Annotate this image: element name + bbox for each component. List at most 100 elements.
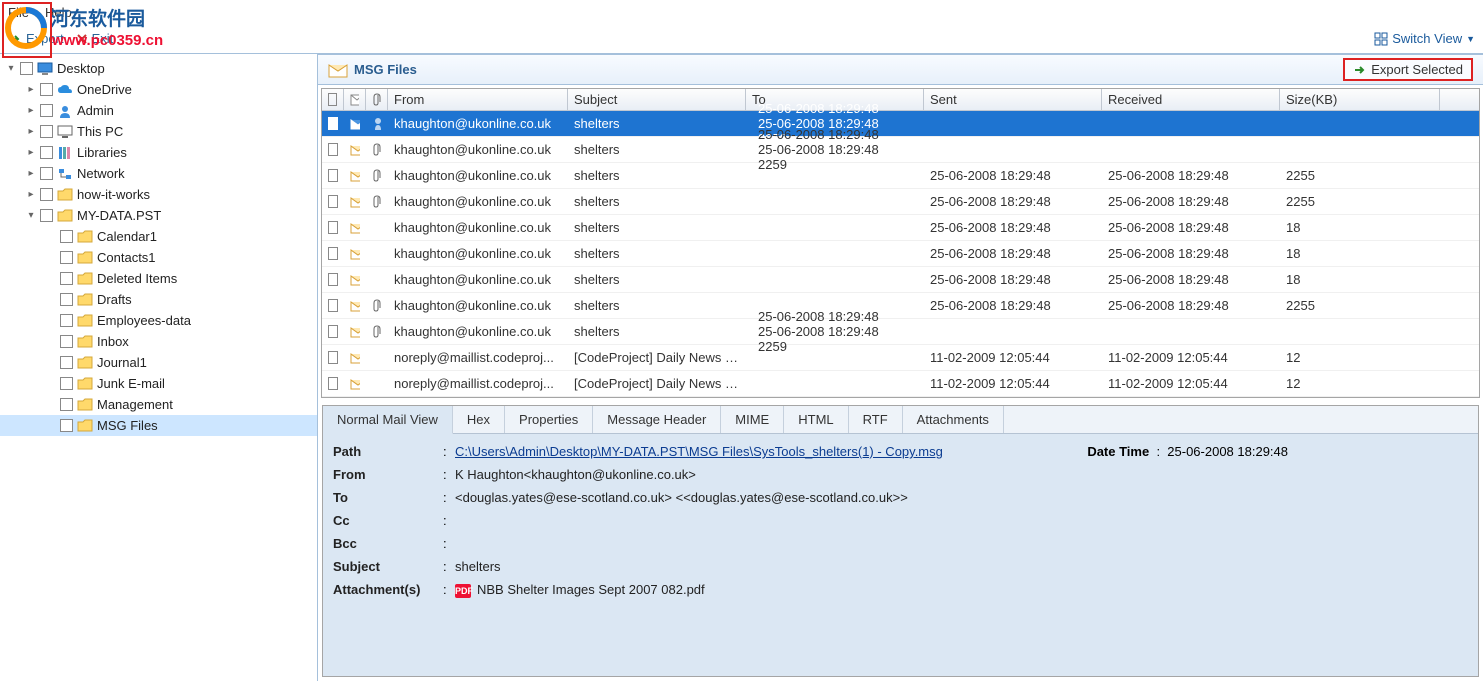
table-row[interactable]: khaughton@ukonline.co.ukshelters25-06-20… [322, 137, 1479, 163]
tree-toggle-icon[interactable]: ▸ [24, 167, 38, 181]
mail-folder-icon [328, 61, 348, 79]
tree-toggle-icon[interactable] [44, 335, 58, 349]
row-checkbox[interactable] [322, 247, 344, 260]
tree-checkbox[interactable] [60, 272, 73, 285]
tree-node-this-pc[interactable]: ▸This PC [0, 121, 317, 142]
th-mail-icon[interactable] [344, 89, 366, 110]
tree-toggle-icon[interactable] [44, 398, 58, 412]
tree-toggle-icon[interactable]: ▾ [4, 62, 18, 76]
tree-toggle-icon[interactable]: ▸ [24, 83, 38, 97]
pc-icon [57, 124, 73, 140]
th-size[interactable]: Size(KB) [1280, 89, 1440, 110]
tree-toggle-icon[interactable] [44, 314, 58, 328]
row-checkbox[interactable] [322, 143, 344, 156]
tree-checkbox[interactable] [60, 419, 73, 432]
tree-checkbox[interactable] [60, 293, 73, 306]
exit-button[interactable]: Exit [76, 31, 114, 46]
row-checkbox[interactable] [322, 325, 344, 338]
table-row[interactable]: khaughton@ukonline.co.ukshelters25-06-20… [322, 319, 1479, 345]
tree-node-inbox[interactable]: Inbox [0, 331, 317, 352]
tree-node-calendar1[interactable]: Calendar1 [0, 226, 317, 247]
tree-node-journal1[interactable]: Journal1 [0, 352, 317, 373]
tree-node-my-data-pst[interactable]: ▾MY-DATA.PST [0, 205, 317, 226]
tree-checkbox[interactable] [40, 104, 53, 117]
tree-checkbox[interactable] [60, 335, 73, 348]
tree-node-contacts1[interactable]: Contacts1 [0, 247, 317, 268]
tree-checkbox[interactable] [60, 356, 73, 369]
tree-node-desktop[interactable]: ▾Desktop [0, 58, 317, 79]
tree-toggle-icon[interactable] [44, 230, 58, 244]
tree-checkbox[interactable] [60, 314, 73, 327]
tree-checkbox[interactable] [40, 188, 53, 201]
tree-toggle-icon[interactable]: ▸ [24, 188, 38, 202]
tree-node-junk-e-mail[interactable]: Junk E-mail [0, 373, 317, 394]
switch-view-button[interactable]: Switch View ▼ [1374, 31, 1475, 46]
folder-icon [77, 313, 93, 329]
th-attachment-icon[interactable] [366, 89, 388, 110]
table-row[interactable]: noreply@maillist.codeproj...[CodeProject… [322, 371, 1479, 397]
tab-rtf[interactable]: RTF [849, 406, 903, 433]
tree-toggle-icon[interactable]: ▸ [24, 104, 38, 118]
tree-checkbox[interactable] [60, 377, 73, 390]
export-selected-button[interactable]: Export Selected [1343, 58, 1473, 81]
row-checkbox[interactable] [322, 117, 344, 130]
cell-from: khaughton@ukonline.co.uk [388, 298, 568, 313]
tree-checkbox[interactable] [40, 125, 53, 138]
th-sent[interactable]: Sent [924, 89, 1102, 110]
th-from[interactable]: From [388, 89, 568, 110]
mail-icon [344, 351, 366, 364]
tree-toggle-icon[interactable] [44, 377, 58, 391]
th-check[interactable] [322, 89, 344, 110]
tree-checkbox[interactable] [60, 251, 73, 264]
th-subject[interactable]: Subject [568, 89, 746, 110]
tree-toggle-icon[interactable]: ▸ [24, 125, 38, 139]
pv-path-value[interactable]: C:\Users\Admin\Desktop\MY-DATA.PST\MSG F… [455, 444, 943, 459]
tab-message-header[interactable]: Message Header [593, 406, 721, 433]
tree-toggle-icon[interactable]: ▾ [24, 209, 38, 223]
tree-node-drafts[interactable]: Drafts [0, 289, 317, 310]
row-checkbox[interactable] [322, 221, 344, 234]
tree-checkbox[interactable] [60, 230, 73, 243]
tree-node-libraries[interactable]: ▸Libraries [0, 142, 317, 163]
tab-properties[interactable]: Properties [505, 406, 593, 433]
table-row[interactable]: khaughton@ukonline.co.ukshelters25-06-20… [322, 241, 1479, 267]
tree-checkbox[interactable] [40, 167, 53, 180]
tree-toggle-icon[interactable] [44, 293, 58, 307]
tab-attachments[interactable]: Attachments [903, 406, 1004, 433]
tree-toggle-icon[interactable] [44, 272, 58, 286]
th-received[interactable]: Received [1102, 89, 1280, 110]
row-checkbox[interactable] [322, 169, 344, 182]
row-checkbox[interactable] [322, 195, 344, 208]
tree-checkbox[interactable] [20, 62, 33, 75]
table-row[interactable]: khaughton@ukonline.co.ukshelters25-06-20… [322, 267, 1479, 293]
table-row[interactable]: khaughton@ukonline.co.ukshelters25-06-20… [322, 189, 1479, 215]
tree-checkbox[interactable] [40, 209, 53, 222]
tree-node-msg-files[interactable]: MSG Files [0, 415, 317, 436]
tree-node-how-it-works[interactable]: ▸how-it-works [0, 184, 317, 205]
row-checkbox[interactable] [322, 299, 344, 312]
tab-normal-mail-view[interactable]: Normal Mail View [323, 406, 453, 434]
tree-node-management[interactable]: Management [0, 394, 317, 415]
tree-checkbox[interactable] [40, 83, 53, 96]
tab-hex[interactable]: Hex [453, 406, 505, 433]
tree-toggle-icon[interactable] [44, 251, 58, 265]
folder-tree[interactable]: ▾Desktop▸OneDrive▸Admin▸This PC▸Librarie… [0, 54, 318, 681]
tree-checkbox[interactable] [60, 398, 73, 411]
folder-icon [77, 292, 93, 308]
tree-node-deleted-items[interactable]: Deleted Items [0, 268, 317, 289]
tree-toggle-icon[interactable]: ▸ [24, 146, 38, 160]
row-checkbox[interactable] [322, 351, 344, 364]
tree-node-employees-data[interactable]: Employees-data [0, 310, 317, 331]
tab-mime[interactable]: MIME [721, 406, 784, 433]
tree-toggle-icon[interactable] [44, 419, 58, 433]
tree-node-onedrive[interactable]: ▸OneDrive [0, 79, 317, 100]
table-row[interactable]: khaughton@ukonline.co.ukshelters25-06-20… [322, 215, 1479, 241]
row-checkbox[interactable] [322, 273, 344, 286]
tree-node-admin[interactable]: ▸Admin [0, 100, 317, 121]
row-checkbox[interactable] [322, 377, 344, 390]
tree-node-network[interactable]: ▸Network [0, 163, 317, 184]
tab-html[interactable]: HTML [784, 406, 848, 433]
tree-toggle-icon[interactable] [44, 356, 58, 370]
pv-att-value[interactable]: PDFNBB Shelter Images Sept 2007 082.pdf [455, 582, 705, 598]
tree-checkbox[interactable] [40, 146, 53, 159]
